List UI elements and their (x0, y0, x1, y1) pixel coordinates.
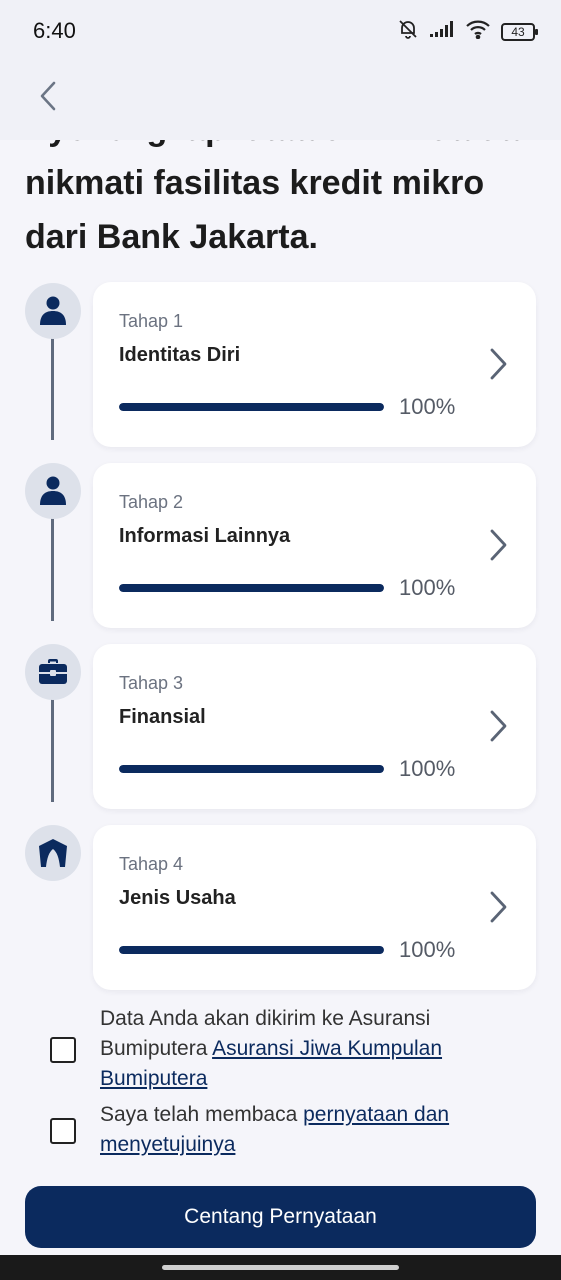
step-tag: Tahap 2 (119, 492, 184, 512)
step-icon-3 (25, 644, 81, 700)
chevron-right-icon (490, 348, 507, 380)
progress-fill (119, 403, 384, 411)
consent-text-2: Saya telah membaca pernyataan dan menyet… (100, 1100, 520, 1160)
progress-bar (119, 403, 384, 411)
step-card-1[interactable]: Tahap 1 Identitas Diri 100% (93, 282, 536, 447)
consent-row-1: Data Anda akan dikirim ke Asuransi Bumip… (50, 1004, 520, 1096)
progress-label: 100% (399, 394, 456, 419)
wifi-icon (465, 19, 491, 44)
step-connector (51, 338, 54, 440)
back-button[interactable] (28, 76, 68, 116)
status-icons: 43 (397, 18, 538, 45)
step-card-3[interactable]: Tahap 3 Finansial 100% (93, 644, 536, 809)
consent-row-2: Saya telah membaca pernyataan dan menyet… (50, 1100, 520, 1162)
consent-checkbox-1[interactable] (50, 1037, 76, 1063)
step-card-2[interactable]: Tahap 2 Informasi Lainnya 100% (93, 463, 536, 628)
battery-icon: 43 (501, 22, 538, 41)
status-time: 6:40 (33, 18, 76, 43)
step-title: Identitas Diri (119, 344, 241, 366)
intro-text: Ayo lengkapi data diri Anda dan nikmati … (25, 140, 540, 256)
step-tag: Tahap 3 (119, 673, 184, 693)
step-connector (51, 699, 54, 802)
signal-icon (429, 20, 455, 43)
tent-icon (39, 839, 67, 867)
progress-bar (119, 946, 384, 954)
step-tag: Tahap 4 (119, 854, 184, 874)
briefcase-icon (39, 659, 67, 684)
person-icon (40, 476, 66, 505)
progress-bar (119, 765, 384, 773)
progress-fill (119, 946, 384, 954)
status-bar: 6:40 43 (0, 0, 561, 62)
home-indicator[interactable] (162, 1265, 399, 1270)
person-icon (40, 296, 66, 325)
step-card-4[interactable]: Tahap 4 Jenis Usaha 100% (93, 825, 536, 990)
step-tag: Tahap 1 (119, 311, 184, 331)
chevron-right-icon (490, 710, 507, 742)
progress-label: 100% (399, 756, 456, 781)
centang-pernyataan-button[interactable]: Centang Pernyataan (25, 1186, 536, 1248)
app-header (0, 62, 561, 140)
step-icon-2 (25, 463, 81, 519)
progress-label: 100% (399, 937, 456, 962)
step-icon-4 (25, 825, 81, 881)
chevron-right-icon (490, 529, 507, 561)
progress-bar (119, 584, 384, 592)
step-title: Jenis Usaha (119, 887, 236, 909)
chevron-left-icon (40, 81, 56, 111)
bell-off-icon (397, 18, 419, 45)
step-title: Finansial (119, 706, 206, 728)
progress-fill (119, 584, 384, 592)
system-nav-bar (0, 1255, 561, 1280)
step-title: Informasi Lainnya (119, 525, 291, 547)
step-icon-1 (25, 283, 81, 339)
scroll-content[interactable]: Ayo lengkapi data diri Anda dan nikmati … (0, 140, 561, 1255)
chevron-right-icon (490, 891, 507, 923)
progress-label: 100% (399, 575, 456, 600)
consent-text-1: Data Anda akan dikirim ke Asuransi Bumip… (100, 1004, 520, 1094)
consent-label: Saya telah membaca (100, 1103, 304, 1126)
step-connector (51, 518, 54, 621)
progress-fill (119, 765, 384, 773)
consent-checkbox-2[interactable] (50, 1118, 76, 1144)
